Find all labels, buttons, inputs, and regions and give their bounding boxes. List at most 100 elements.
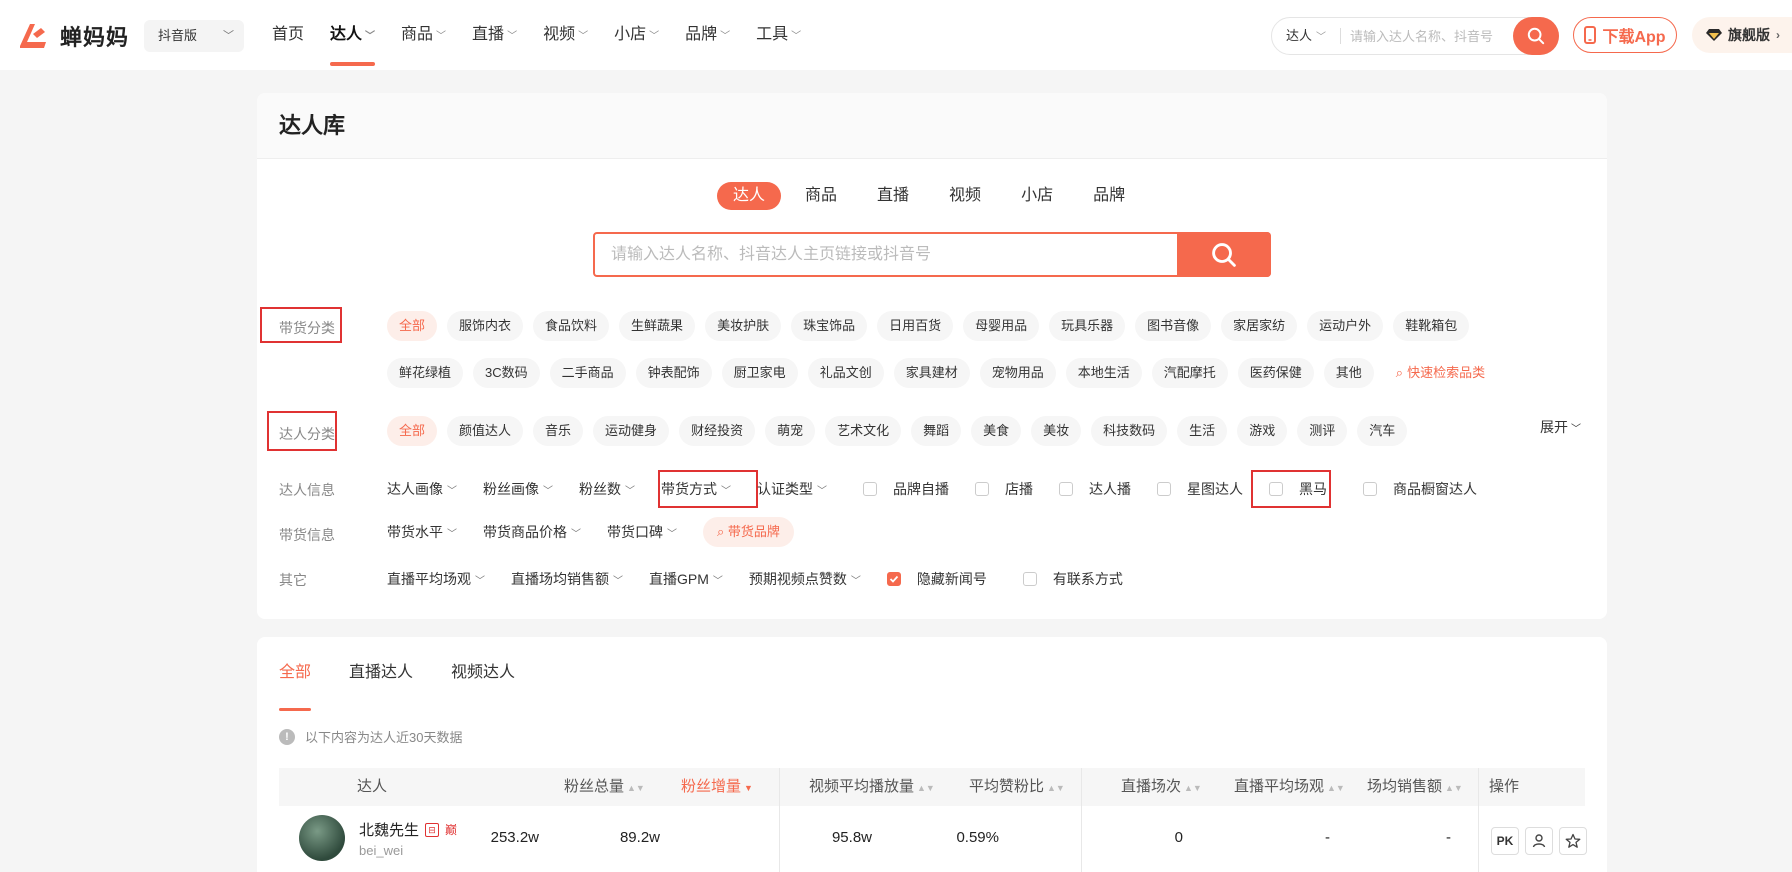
platform-select[interactable]: 抖音版 ﹀	[144, 20, 244, 52]
checkbox[interactable]	[975, 482, 989, 496]
checkbox-dark-horse[interactable]: 黑马	[1269, 479, 1327, 499]
dropdown-live-avg-view[interactable]: 直播平均场观 ﹀	[387, 569, 485, 589]
col-avg-sales[interactable]: 场均销售额 ▲▼	[1367, 768, 1463, 807]
pk-button[interactable]: PK	[1491, 827, 1519, 855]
chip-influencer-category[interactable]: 颜值达人	[447, 416, 524, 446]
chip-influencer-category[interactable]: 游戏	[1237, 416, 1288, 446]
dropdown-fans-count[interactable]: 粉丝数 ﹀	[579, 479, 635, 499]
type-tab-shop[interactable]: 小店	[1005, 182, 1069, 210]
col-live-avg-view[interactable]: 直播平均场观 ▲▼	[1234, 768, 1345, 807]
col-like-fans-ratio[interactable]: 平均赞粉比 ▲▼	[969, 768, 1065, 807]
favorite-button[interactable]	[1559, 827, 1587, 855]
type-tab-video[interactable]: 视频	[933, 182, 997, 210]
chip-goods-category[interactable]: 汽配摩托	[1151, 358, 1228, 388]
chip-goods-category[interactable]: 钟表配饰	[635, 358, 712, 388]
type-tab-brand[interactable]: 品牌	[1077, 182, 1141, 210]
influencer-name[interactable]: 北魏先生 ⊟ 巅	[359, 819, 457, 840]
chip-goods-category[interactable]: 鞋靴箱包	[1393, 311, 1470, 341]
chip-goods-category[interactable]: 全部	[387, 311, 438, 341]
chip-influencer-category[interactable]: 汽车	[1357, 416, 1408, 446]
dropdown-live-gpm[interactable]: 直播GPM ﹀	[649, 569, 723, 589]
chip-goods-category[interactable]: 礼品文创	[807, 358, 884, 388]
checkbox[interactable]	[1059, 482, 1073, 496]
dropdown-live-avg-sales[interactable]: 直播场均销售额 ﹀	[511, 569, 623, 589]
nav-item-goods[interactable]: 商品 ﹀	[401, 0, 446, 70]
chip-goods-category[interactable]: 服饰内衣	[447, 311, 524, 341]
nav-item-brand[interactable]: 品牌 ﹀	[685, 0, 730, 70]
chip-goods-category[interactable]: 珠宝饰品	[791, 311, 868, 341]
chip-influencer-category[interactable]: 全部	[387, 416, 438, 446]
chip-influencer-category[interactable]: 音乐	[533, 416, 584, 446]
checkbox-brand-self-live[interactable]: 品牌自播	[863, 479, 949, 499]
profile-button[interactable]	[1525, 827, 1553, 855]
logo[interactable]: 蝉妈妈	[16, 18, 129, 54]
nav-item-live[interactable]: 直播 ﹀	[472, 0, 517, 70]
chip-influencer-category[interactable]: 艺术文化	[825, 416, 902, 446]
expand-toggle[interactable]: 展开 ﹀	[1540, 417, 1581, 437]
tab-live-influencers[interactable]: 直播达人	[349, 637, 413, 697]
col-video-avg-play[interactable]: 视频平均播放量 ▲▼	[809, 768, 935, 807]
dropdown-sales-level[interactable]: 带货水平 ﹀	[387, 522, 457, 542]
nav-item-tools[interactable]: 工具 ﹀	[756, 0, 801, 70]
nav-item-video[interactable]: 视频 ﹀	[543, 0, 588, 70]
chip-goods-category[interactable]: 厨卫家电	[721, 358, 798, 388]
chip-goods-category[interactable]: 鲜花绿植	[387, 358, 464, 388]
download-app-button[interactable]: 下载App	[1573, 17, 1677, 53]
chip-influencer-category[interactable]: 舞蹈	[911, 416, 962, 446]
chip-goods-category[interactable]: 运动户外	[1307, 311, 1384, 341]
dropdown-verify-type[interactable]: 认证类型 ﹀	[757, 479, 827, 499]
dropdown-sales-reputation[interactable]: 带货口碑 ﹀	[607, 522, 677, 542]
chip-goods-category[interactable]: 3C数码	[473, 358, 540, 388]
chip-influencer-category[interactable]: 美食	[971, 416, 1022, 446]
checkbox-store-live[interactable]: 店播	[975, 479, 1033, 499]
top-search-button[interactable]	[1513, 17, 1559, 55]
chip-influencer-category[interactable]: 测评	[1297, 416, 1348, 446]
chip-goods-category[interactable]: 家具建材	[893, 358, 970, 388]
chip-goods-category[interactable]: 玩具乐器	[1049, 311, 1126, 341]
chip-goods-category[interactable]: 母婴用品	[963, 311, 1040, 341]
chip-influencer-category[interactable]: 科技数码	[1091, 416, 1168, 446]
main-search-button[interactable]	[1177, 232, 1271, 277]
chip-influencer-category[interactable]: 运动健身	[593, 416, 670, 446]
checkbox-has-contact[interactable]: 有联系方式	[1022, 569, 1123, 589]
chip-influencer-category[interactable]: 美妆	[1031, 416, 1082, 446]
checkbox[interactable]	[1363, 482, 1377, 496]
col-fans-total[interactable]: 粉丝总量 ▲▼	[564, 768, 645, 807]
dropdown-sales-method[interactable]: 带货方式 ﹀	[661, 479, 731, 499]
avatar[interactable]	[299, 815, 345, 861]
chip-goods-category[interactable]: 美妆护肤	[705, 311, 782, 341]
checkbox[interactable]	[863, 482, 877, 496]
chip-goods-category[interactable]: 医药保健	[1237, 358, 1314, 388]
tab-all[interactable]: 全部	[279, 637, 312, 711]
chip-goods-category[interactable]: 宠物用品	[979, 358, 1056, 388]
main-search-input[interactable]	[611, 244, 1171, 266]
dropdown-goods-price[interactable]: 带货商品价格 ﹀	[483, 522, 581, 542]
type-tab-goods[interactable]: 商品	[789, 182, 853, 210]
checkbox-showcase[interactable]: 商品橱窗达人	[1363, 479, 1477, 499]
chip-goods-category[interactable]: 其他	[1323, 358, 1374, 388]
nav-item-influencer[interactable]: 达人 ﹀	[330, 0, 376, 70]
quick-category-search-button[interactable]: ⌕ 快速检索品类	[1383, 358, 1498, 388]
chip-goods-category[interactable]: 二手商品	[549, 358, 626, 388]
chip-goods-category[interactable]: 图书音像	[1135, 311, 1212, 341]
checkbox[interactable]	[1157, 482, 1171, 496]
brand-search-button[interactable]: ⌕ 带货品牌	[703, 517, 794, 547]
nav-item-shop[interactable]: 小店 ﹀	[614, 0, 659, 70]
checkbox[interactable]	[1022, 572, 1037, 586]
table-row[interactable]: 北魏先生 ⊟ 巅 bei_wei 253.2w 89.2w 95.8w 0.59…	[279, 807, 1587, 872]
chip-influencer-category[interactable]: 萌宠	[765, 416, 816, 446]
chip-goods-category[interactable]: 家居家纺	[1221, 311, 1298, 341]
checkbox-xingtu[interactable]: 星图达人	[1157, 479, 1243, 499]
type-tab-live[interactable]: 直播	[861, 182, 925, 210]
type-tab-influencer[interactable]: 达人	[717, 182, 782, 210]
search-type-select[interactable]: 达人 ﹀	[1286, 18, 1326, 56]
dropdown-video-likes[interactable]: 预期视频点赞数 ﹀	[749, 569, 861, 589]
dropdown-influencer-profile[interactable]: 达人画像 ﹀	[387, 479, 457, 499]
tab-video-influencers[interactable]: 视频达人	[451, 637, 515, 697]
chip-goods-category[interactable]: 食品饮料	[533, 311, 610, 341]
chip-influencer-category[interactable]: 财经投资	[679, 416, 756, 446]
chip-goods-category[interactable]: 本地生活	[1065, 358, 1142, 388]
checkbox-checked[interactable]	[886, 572, 901, 586]
checkbox-influencer-live[interactable]: 达人播	[1059, 479, 1131, 499]
top-search-input[interactable]	[1350, 26, 1510, 46]
